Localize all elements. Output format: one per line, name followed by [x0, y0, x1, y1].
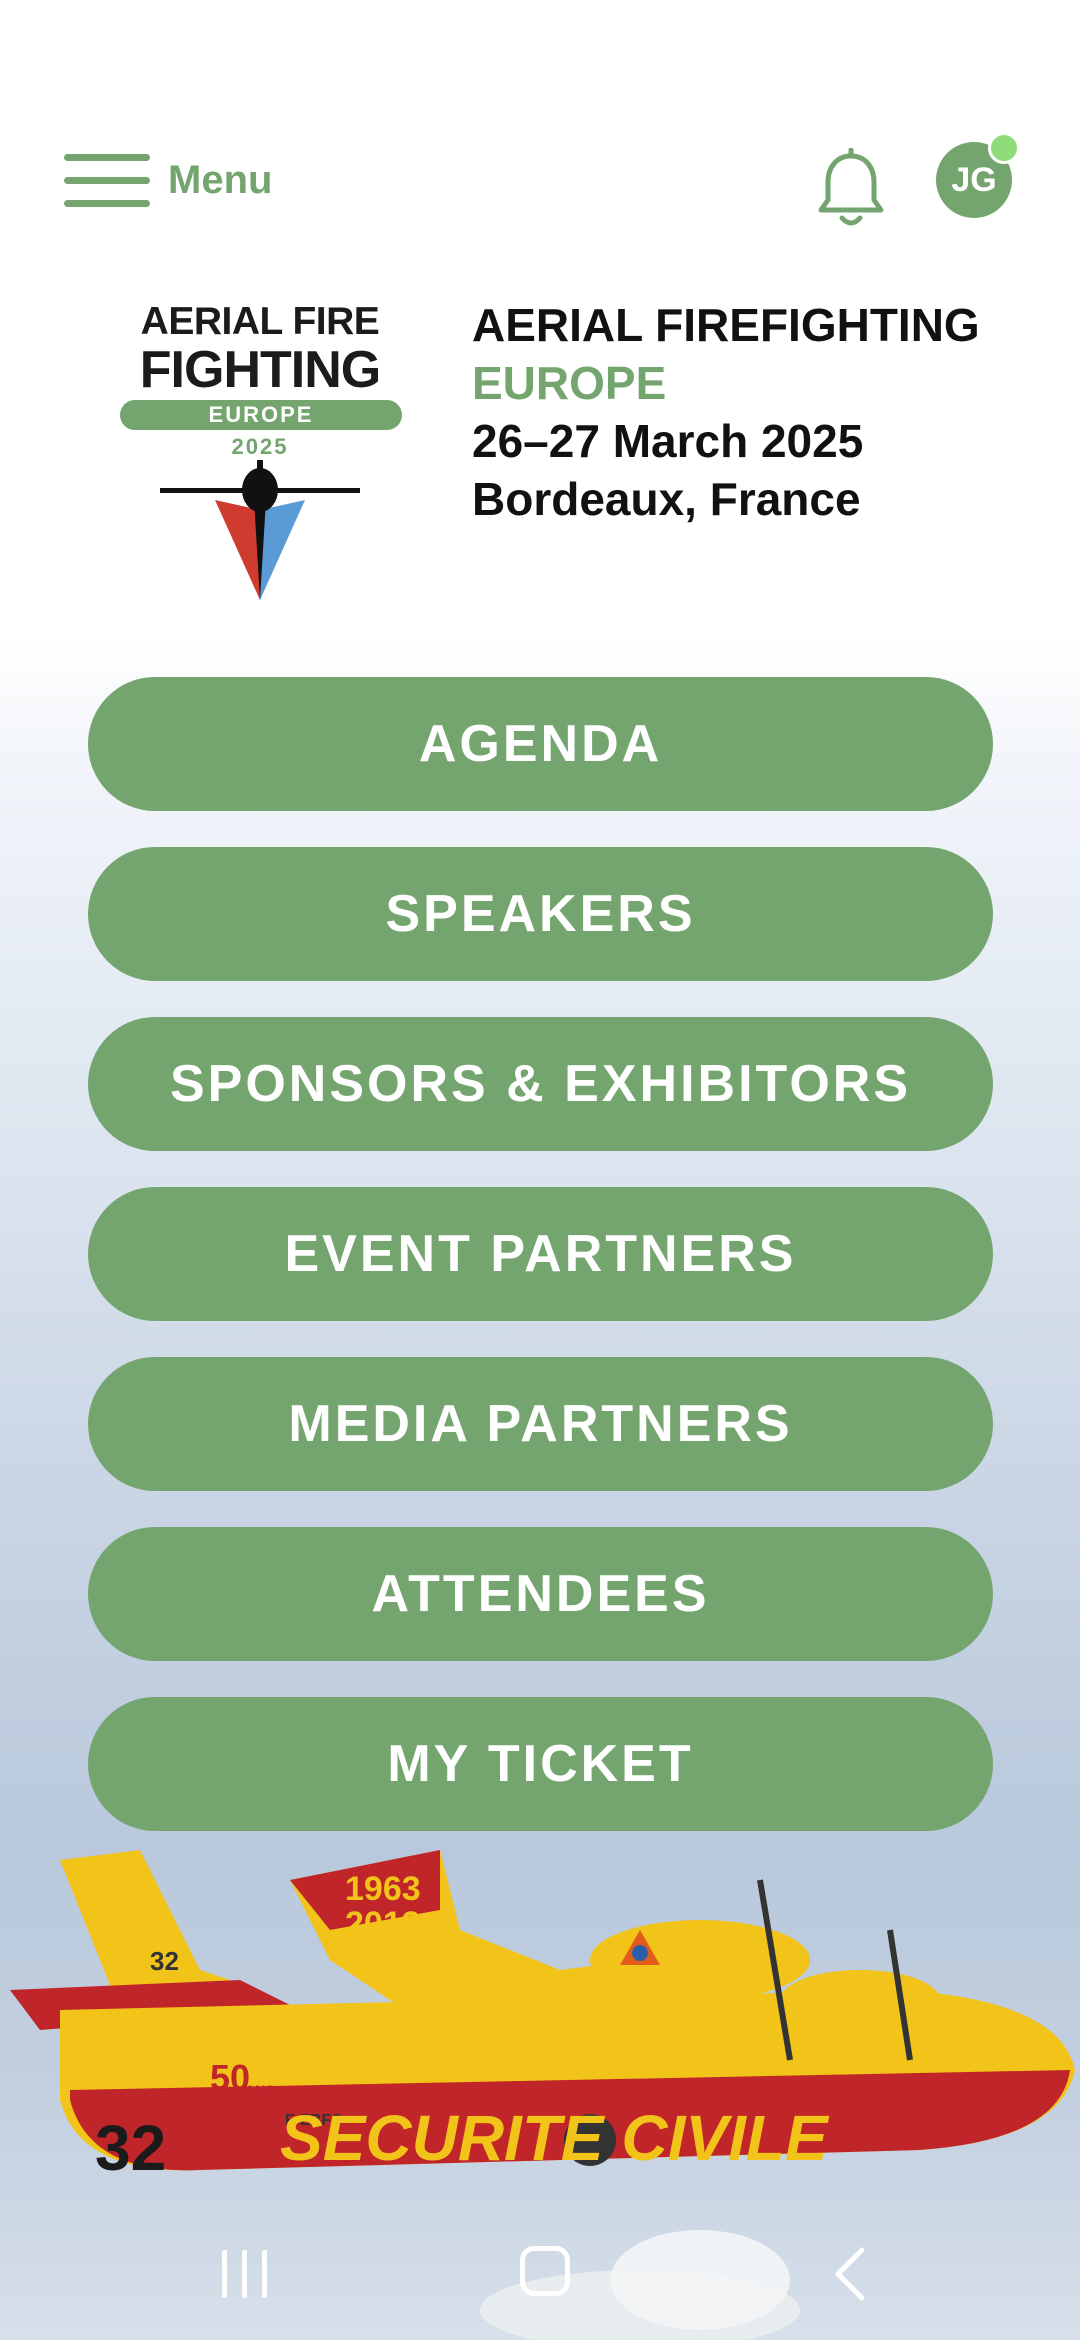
event-info: AERIAL FIREFIGHTING EUROPE 26–27 March 2… — [472, 296, 1032, 528]
back-icon[interactable] — [830, 2246, 870, 2302]
logo-line1: AERIAL FIRE — [140, 300, 380, 343]
event-location: Bordeaux, France — [472, 473, 861, 525]
event-logo: AERIAL FIRE FIGHTING EUROPE 2025 — [112, 300, 408, 600]
tail-badge-text: 1963 — [345, 1870, 421, 1908]
event-region: EUROPE — [472, 357, 667, 409]
event-dates: 26–27 March 2025 — [472, 415, 864, 467]
fuselage-text: SECURITE CIVILE — [280, 2102, 830, 2174]
app-header: Menu JG — [0, 120, 1080, 240]
system-navigation-bar — [0, 2210, 1080, 2320]
logo-line2: FIGHTING — [139, 341, 381, 399]
anniversary-suffix: ANS — [245, 2082, 275, 2098]
logo-year: 2025 — [231, 434, 289, 459]
event-partners-button[interactable]: EVENT PARTNERS — [88, 1187, 993, 1321]
recent-apps-icon[interactable] — [218, 2250, 274, 2298]
bell-icon[interactable] — [816, 148, 886, 232]
tail-number-small: 32 — [150, 1946, 179, 1976]
media-partners-button[interactable]: MEDIA PARTNERS — [88, 1357, 993, 1491]
online-status-dot — [988, 132, 1020, 164]
aircraft-logo-icon — [160, 460, 360, 600]
home-icon[interactable] — [520, 2246, 570, 2296]
logo-region-pill: EUROPE — [120, 400, 402, 430]
speakers-button[interactable]: SPEAKERS — [88, 847, 993, 981]
sponsors-exhibitors-button[interactable]: SPONSORS & EXHIBITORS — [88, 1017, 993, 1151]
my-ticket-button[interactable]: MY TICKET — [88, 1697, 993, 1831]
attendees-button[interactable]: ATTENDEES — [88, 1527, 993, 1661]
hamburger-icon — [64, 150, 150, 210]
tail-number-large: 32 — [95, 2112, 166, 2184]
menu-label: Menu — [168, 157, 273, 202]
event-title: AERIAL FIREFIGHTING — [472, 299, 980, 351]
tail-badge-text: 2013 — [345, 1905, 421, 1943]
menu-button[interactable]: Menu — [64, 140, 272, 220]
agenda-button[interactable]: AGENDA — [88, 677, 993, 811]
